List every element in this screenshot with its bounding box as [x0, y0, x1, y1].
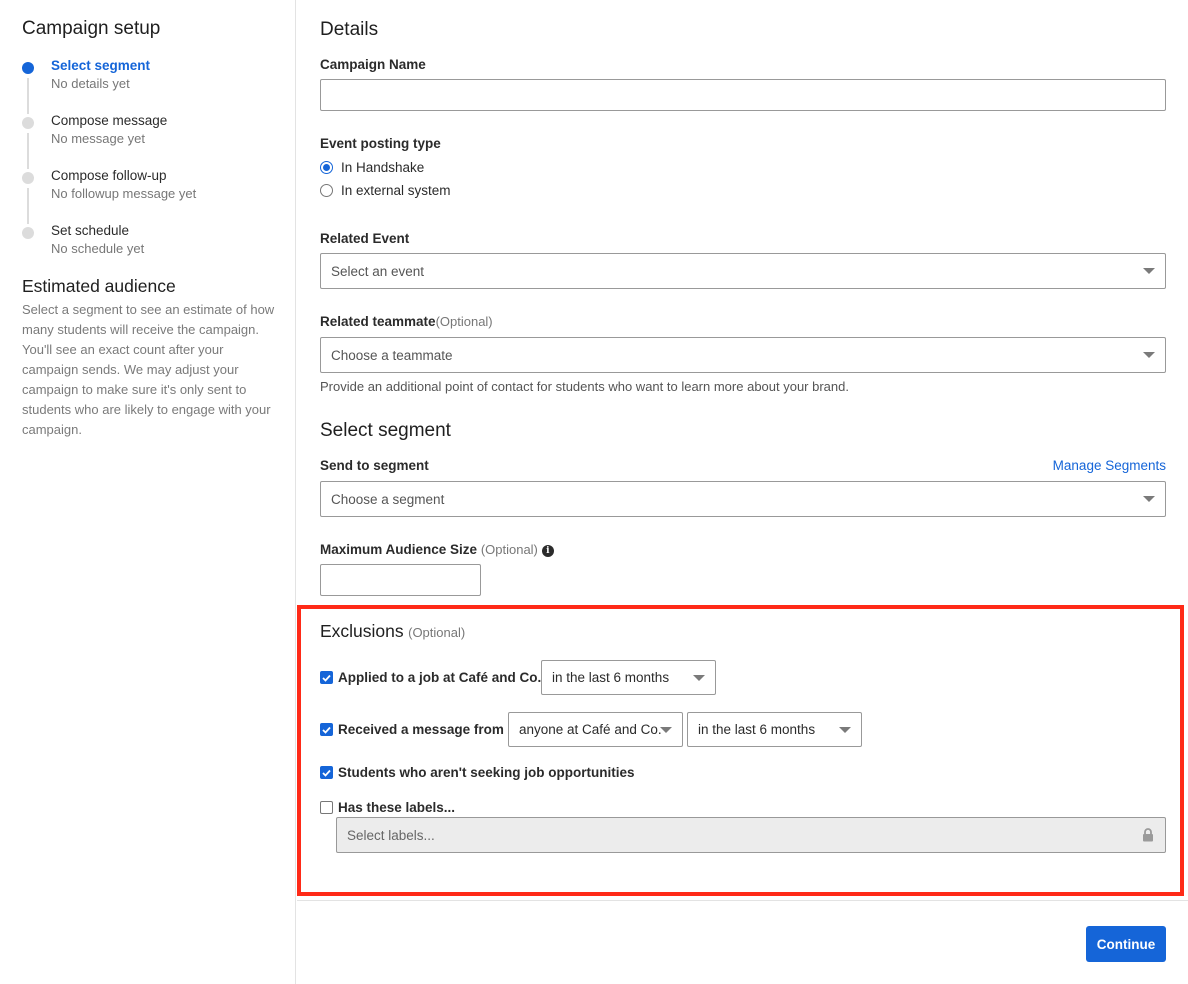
manage-segments-link[interactable]: Manage Segments: [1053, 458, 1166, 473]
select-placeholder: Choose a teammate: [331, 347, 453, 363]
labels-select-disabled: Select labels...: [336, 817, 1166, 853]
radio-selected-icon[interactable]: [320, 161, 333, 174]
select-value: in the last 6 months: [698, 722, 816, 737]
related-event-select[interactable]: Select an event: [320, 253, 1166, 289]
step-label: Select segment: [51, 58, 151, 73]
select-placeholder: Select labels...: [347, 827, 435, 843]
step-select-segment[interactable]: Select segment No details yet: [22, 58, 282, 114]
step-connector: [27, 133, 29, 169]
applied-period-select[interactable]: in the last 6 months: [541, 660, 716, 695]
step-compose-follow-up[interactable]: Compose follow-up No followup message ye…: [22, 168, 282, 224]
chevron-down-icon: [1143, 268, 1155, 274]
step-active-dot-icon: [22, 62, 34, 74]
related-teammate-help-text: Provide an additional point of contact f…: [320, 379, 849, 394]
step-label: Set schedule: [51, 223, 130, 238]
radio-in-external-system[interactable]: In external system: [320, 183, 451, 198]
campaign-name-label: Campaign Name: [320, 57, 426, 72]
step-label: Compose message: [51, 113, 168, 128]
related-event-label: Related Event: [320, 231, 410, 246]
step-dot-icon: [22, 227, 34, 239]
radio-in-handshake[interactable]: In Handshake: [320, 160, 424, 175]
checkbox-checked-icon[interactable]: [320, 766, 333, 779]
info-icon[interactable]: i: [541, 545, 554, 557]
estimated-audience-description: Select a segment to see an estimate of h…: [22, 302, 275, 437]
segment-select[interactable]: Choose a segment: [320, 481, 1166, 517]
step-sublabel: No schedule yet: [51, 241, 145, 256]
optional-tag: (Optional): [408, 625, 466, 640]
campaign-setup-sidebar: Campaign setup Select segment No details…: [0, 0, 296, 984]
select-value: anyone at Café and Co.: [519, 722, 662, 737]
exclusion-label: Has these labels...: [338, 800, 456, 815]
exclusion-applied-to-job[interactable]: Applied to a job at Café and Co.: [320, 670, 541, 685]
step-connector: [27, 188, 29, 224]
optional-tag: (Optional): [480, 542, 538, 557]
radio-label: In Handshake: [341, 160, 425, 175]
max-audience-label: Maximum Audience Size (Optional) i: [320, 542, 554, 557]
radio-label: In external system: [341, 183, 451, 198]
select-value: in the last 6 months: [552, 670, 670, 685]
step-sublabel: No followup message yet: [51, 186, 197, 201]
chevron-down-icon: [693, 674, 705, 681]
send-to-segment-label: Send to segment: [320, 458, 429, 473]
continue-button[interactable]: Continue: [1086, 926, 1166, 962]
exclusions-heading: Exclusions (Optional): [320, 621, 465, 642]
chevron-down-icon: [1143, 496, 1155, 502]
related-teammate-label-text: Related teammate: [320, 314, 436, 329]
step-sublabel: No details yet: [51, 76, 130, 91]
estimated-audience-title: Estimated audience: [22, 276, 176, 296]
sidebar-title: Campaign setup: [22, 18, 161, 39]
exclusion-label: Received a message from: [338, 722, 504, 737]
exclusions-title: Exclusions: [320, 621, 404, 641]
select-segment-heading: Select segment: [320, 420, 451, 441]
step-dot-icon: [22, 172, 34, 184]
footer-divider: [297, 900, 1188, 901]
related-teammate-select[interactable]: Choose a teammate: [320, 337, 1166, 373]
lock-icon: [1142, 828, 1154, 845]
optional-tag: (Optional): [435, 314, 493, 329]
campaign-name-input[interactable]: [320, 79, 1166, 111]
chevron-down-icon: [839, 726, 851, 733]
step-label: Compose follow-up: [51, 168, 167, 183]
step-sublabel: No message yet: [51, 131, 145, 146]
exclusion-label: Students who aren't seeking job opportun…: [338, 765, 635, 780]
chevron-down-icon: [660, 726, 672, 733]
step-dot-icon: [22, 117, 34, 129]
checkbox-unchecked-icon[interactable]: [320, 801, 333, 814]
exclusion-has-labels[interactable]: Has these labels...: [320, 800, 455, 815]
related-teammate-label: Related teammate(Optional): [320, 314, 493, 329]
received-period-select[interactable]: in the last 6 months: [687, 712, 862, 747]
select-placeholder: Select an event: [331, 263, 425, 279]
details-heading: Details: [320, 19, 379, 40]
chevron-down-icon: [1143, 352, 1155, 358]
max-audience-input[interactable]: [320, 564, 481, 596]
checkbox-checked-icon[interactable]: [320, 671, 333, 684]
max-audience-label-text: Maximum Audience Size: [320, 542, 478, 557]
step-connector: [27, 78, 29, 114]
exclusion-not-seeking[interactable]: Students who aren't seeking job opportun…: [320, 765, 634, 780]
select-placeholder: Choose a segment: [331, 491, 445, 507]
radio-unselected-icon[interactable]: [320, 184, 333, 197]
step-compose-message[interactable]: Compose message No message yet: [22, 113, 282, 169]
checkbox-checked-icon[interactable]: [320, 723, 333, 736]
event-posting-type-label: Event posting type: [320, 136, 441, 151]
exclusion-label: Applied to a job at Café and Co.: [338, 670, 542, 685]
step-set-schedule[interactable]: Set schedule No schedule yet: [22, 223, 282, 263]
received-from-select[interactable]: anyone at Café and Co.: [508, 712, 683, 747]
exclusion-received-message[interactable]: Received a message from: [320, 722, 504, 737]
